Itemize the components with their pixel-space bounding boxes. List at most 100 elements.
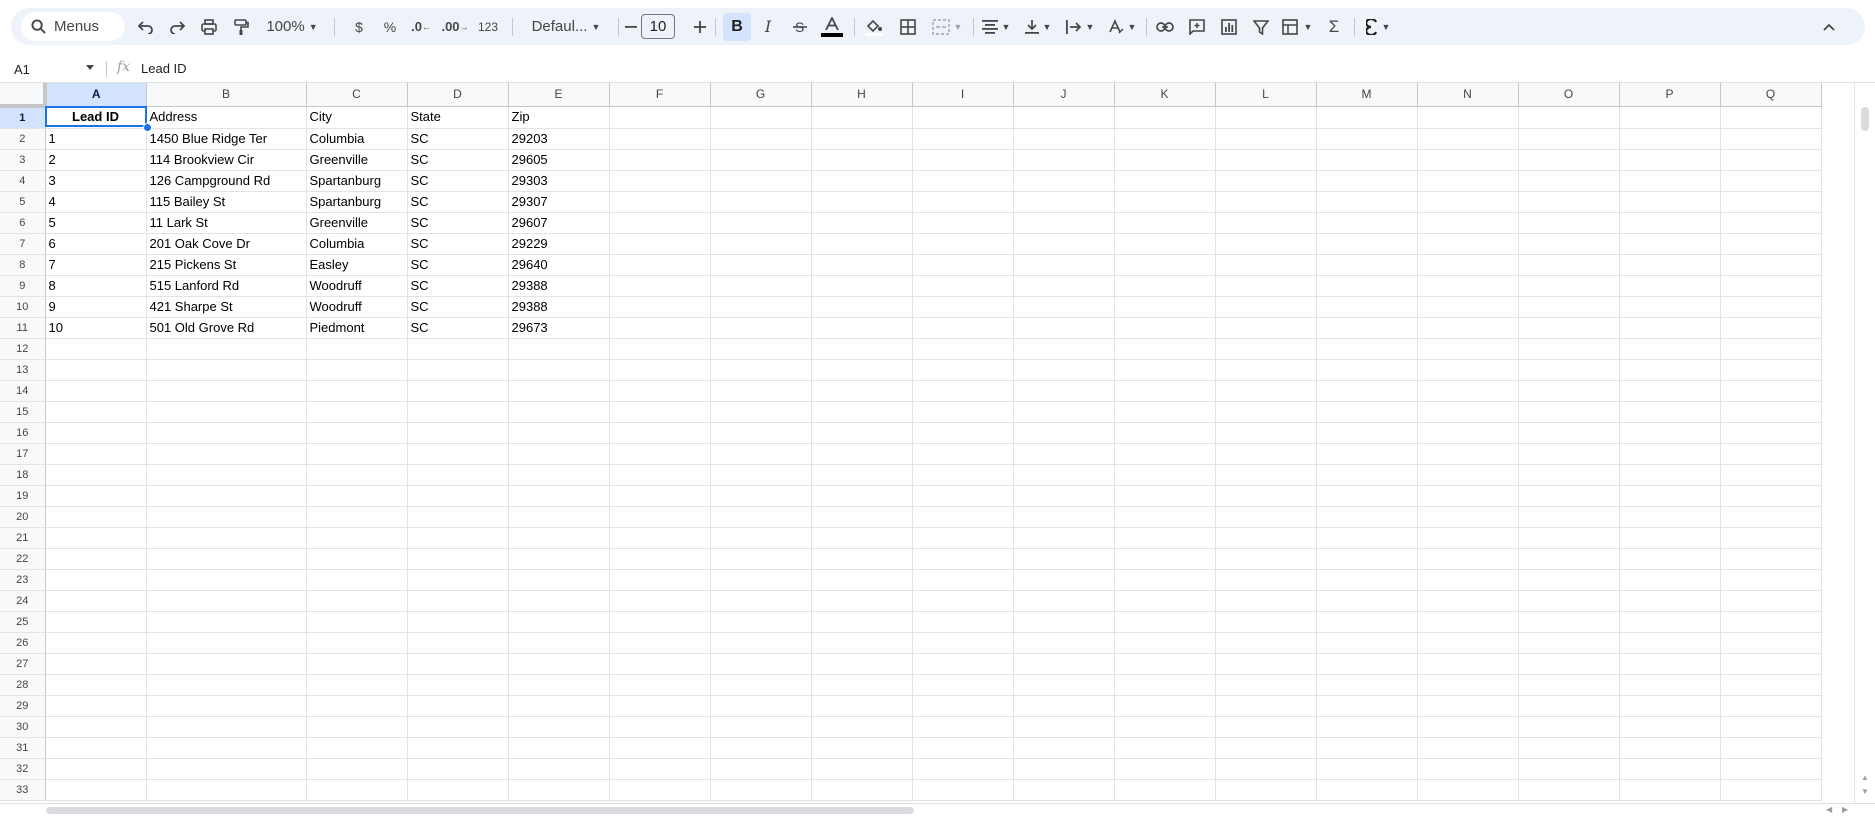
cell[interactable] [710, 106, 812, 129]
row-header[interactable]: 17 [0, 443, 46, 465]
cell[interactable] [407, 527, 509, 549]
vertical-align-button[interactable]: ▼ [1021, 8, 1055, 45]
cell[interactable] [1720, 275, 1822, 297]
cell[interactable] [508, 590, 610, 612]
cell[interactable] [508, 464, 610, 486]
cell[interactable] [912, 338, 1014, 360]
cell[interactable] [1518, 170, 1620, 192]
column-header-d[interactable]: D [407, 83, 509, 107]
text-wrapping-button[interactable]: ▼ [1063, 8, 1097, 45]
cell[interactable] [912, 464, 1014, 486]
row-header[interactable]: 9 [0, 275, 46, 297]
cell[interactable] [1417, 128, 1519, 150]
cell[interactable] [912, 653, 1014, 675]
cell[interactable] [1417, 464, 1519, 486]
horizontal-scroll-thumb[interactable] [46, 807, 914, 814]
row-header[interactable]: 18 [0, 464, 46, 486]
cell[interactable] [45, 674, 147, 696]
cell[interactable] [1114, 212, 1216, 234]
scroll-right-icon[interactable]: ▶ [1842, 805, 1848, 814]
cell[interactable] [1013, 296, 1115, 318]
cell[interactable] [1114, 548, 1216, 570]
cell[interactable] [1215, 716, 1317, 738]
cell[interactable] [1316, 758, 1418, 780]
cell[interactable]: 29607 [508, 212, 610, 234]
cell[interactable]: SC [407, 149, 509, 171]
cell[interactable]: Spartanburg [306, 191, 408, 213]
column-header-g[interactable]: G [710, 83, 812, 107]
font-family-select[interactable]: Defaul... ▼ [521, 8, 611, 45]
bold-button[interactable]: B [723, 13, 751, 41]
cell[interactable] [811, 716, 913, 738]
cell[interactable] [407, 695, 509, 717]
row-header[interactable]: 1 [0, 106, 46, 129]
cell[interactable] [710, 170, 812, 192]
cell[interactable] [1720, 779, 1822, 801]
cell[interactable] [1518, 716, 1620, 738]
cell[interactable] [1316, 296, 1418, 318]
merge-cells-button[interactable]: ▼ [927, 8, 967, 45]
cell[interactable] [1720, 674, 1822, 696]
cell[interactable] [1013, 632, 1115, 654]
cell[interactable] [1013, 191, 1115, 213]
cell[interactable] [1720, 106, 1822, 129]
cell[interactable] [1518, 149, 1620, 171]
cell[interactable] [1114, 779, 1216, 801]
cell[interactable] [1114, 359, 1216, 381]
cell[interactable] [1114, 464, 1216, 486]
cell[interactable] [710, 212, 812, 234]
cell[interactable] [407, 674, 509, 696]
cell[interactable] [609, 716, 711, 738]
cell[interactable]: Woodruff [306, 296, 408, 318]
row-header[interactable]: 33 [0, 779, 46, 801]
cell[interactable] [508, 674, 610, 696]
zoom-select[interactable]: 100% ▼ [262, 8, 322, 45]
cell[interactable] [45, 443, 147, 465]
cell[interactable] [1316, 569, 1418, 591]
cell[interactable] [1720, 548, 1822, 570]
cell[interactable] [1720, 296, 1822, 318]
cell[interactable] [1114, 632, 1216, 654]
cell[interactable] [508, 632, 610, 654]
cell[interactable] [1013, 737, 1115, 759]
horizontal-scrollbar[interactable]: ◀ ▶ [0, 803, 1875, 816]
number-format-button[interactable]: 123 [473, 8, 503, 45]
cell[interactable] [45, 611, 147, 633]
row-header[interactable]: 28 [0, 674, 46, 696]
cell[interactable]: 3 [45, 170, 147, 192]
cell[interactable] [609, 338, 711, 360]
cell[interactable] [609, 149, 711, 171]
cell[interactable] [811, 338, 913, 360]
cell[interactable] [811, 128, 913, 150]
cell[interactable] [306, 758, 408, 780]
cell[interactable] [811, 359, 913, 381]
cell[interactable]: SC [407, 212, 509, 234]
cell[interactable] [1215, 296, 1317, 318]
cell[interactable] [1013, 485, 1115, 507]
cell[interactable] [407, 548, 509, 570]
cell[interactable] [1114, 296, 1216, 318]
cell[interactable] [710, 296, 812, 318]
row-header[interactable]: 14 [0, 380, 46, 402]
cell[interactable] [306, 401, 408, 423]
cell[interactable] [1316, 149, 1418, 171]
cell[interactable] [1215, 506, 1317, 528]
cell[interactable] [811, 695, 913, 717]
cell[interactable] [811, 569, 913, 591]
cell[interactable] [1013, 275, 1115, 297]
cell[interactable] [146, 422, 307, 444]
cell[interactable] [710, 338, 812, 360]
cell[interactable] [306, 674, 408, 696]
column-header-e[interactable]: E [508, 83, 610, 107]
cell[interactable] [1518, 506, 1620, 528]
row-header[interactable]: 8 [0, 254, 46, 276]
cell[interactable] [1013, 569, 1115, 591]
cell[interactable] [1013, 254, 1115, 276]
cell[interactable] [1518, 443, 1620, 465]
cell[interactable] [1619, 275, 1721, 297]
cell[interactable] [407, 653, 509, 675]
cell[interactable] [508, 527, 610, 549]
cell[interactable] [1316, 212, 1418, 234]
cell[interactable] [306, 422, 408, 444]
cell[interactable] [1114, 758, 1216, 780]
